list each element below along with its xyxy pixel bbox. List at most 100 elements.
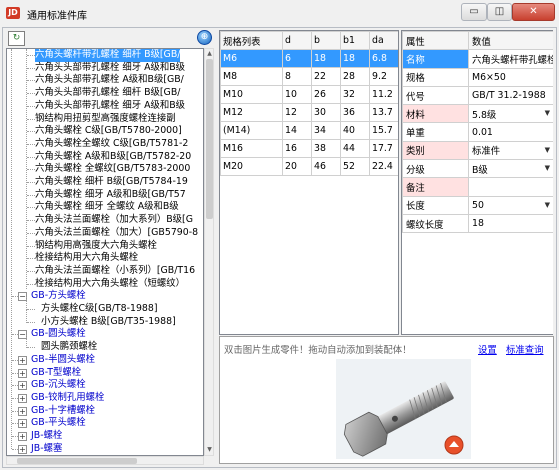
spec-cell[interactable]: 22.4: [369, 157, 398, 176]
chevron-down-icon[interactable]: ▼: [545, 109, 550, 117]
expand-icon[interactable]: +: [18, 355, 27, 365]
property-value-field[interactable]: M6×50: [468, 67, 553, 87]
tree-group[interactable]: GB-平头螺栓: [31, 417, 86, 430]
property-value-field[interactable]: 六角头螺杆带孔螺栓: [468, 49, 553, 69]
tree-item[interactable]: 小方头螺栓 B级[GB/T35-1988]: [41, 316, 176, 329]
spec-cell[interactable]: 6: [282, 49, 312, 68]
property-row[interactable]: 类别 标准件 ▼: [402, 140, 553, 161]
properties-scrollbar[interactable]: [553, 30, 556, 335]
expand-icon[interactable]: +: [18, 406, 27, 416]
tree-item[interactable]: 六角头螺栓全螺纹 C级[GB/T5781-2: [35, 138, 188, 151]
property-value-dropdown[interactable]: 50 ▼: [468, 195, 553, 215]
spec-cell[interactable]: 12: [282, 103, 312, 122]
property-row[interactable]: 长度 50 ▼: [402, 195, 553, 215]
tree-item[interactable]: 六角头头部带孔螺栓 A级和B级[GB/: [35, 74, 184, 87]
spec-cell[interactable]: M20: [220, 157, 283, 176]
spec-column-header[interactable]: b: [311, 31, 341, 50]
spec-cell[interactable]: 11.2: [369, 85, 398, 104]
close-button[interactable]: ✕: [512, 3, 555, 21]
expand-icon[interactable]: +: [18, 381, 27, 391]
tree-item[interactable]: 栓接结构用大六角头螺栓（短螺纹）: [35, 278, 185, 291]
spec-row[interactable]: M16 16 38 44 17.7: [220, 139, 398, 158]
property-row[interactable]: 螺纹长度 18: [402, 213, 553, 234]
spec-cell[interactable]: 6.8: [369, 49, 398, 68]
spec-cell[interactable]: 14: [282, 121, 312, 140]
spec-column-header[interactable]: da: [369, 31, 398, 50]
tree-item[interactable]: 方头螺栓C级[GB/T8-1988]: [41, 303, 158, 316]
property-row[interactable]: 分级 B级 ▼: [402, 159, 553, 179]
standard-query-link[interactable]: 标准查询: [506, 342, 544, 356]
tree-group[interactable]: GB-T型螺栓: [31, 367, 81, 380]
spec-row[interactable]: M12 12 30 36 13.7: [220, 103, 398, 122]
tree-group[interactable]: GB-方头螺栓: [31, 290, 86, 303]
tree-item[interactable]: 六角头头部带孔螺栓 细杆 B级[GB/: [35, 87, 180, 100]
spec-cell[interactable]: 46: [311, 157, 341, 176]
chevron-down-icon[interactable]: ▼: [545, 146, 550, 154]
spec-cell[interactable]: 13.7: [369, 103, 398, 122]
spec-cell[interactable]: (M14): [220, 121, 283, 140]
property-value-dropdown[interactable]: 标准件 ▼: [468, 140, 553, 161]
expand-icon[interactable]: +: [18, 419, 27, 429]
property-row[interactable]: 单重 0.01: [402, 122, 553, 142]
spec-cell[interactable]: 34: [311, 121, 341, 140]
tree-group[interactable]: GB-铰制孔用螺栓: [31, 392, 104, 405]
property-row[interactable]: 名称 六角头螺杆带孔螺栓: [402, 49, 553, 69]
property-value-field[interactable]: 18: [468, 213, 553, 234]
spec-cell[interactable]: 26: [311, 85, 341, 104]
scrollbar-thumb[interactable]: [17, 458, 137, 464]
spec-cell[interactable]: 28: [340, 67, 370, 86]
spec-row[interactable]: M8 8 22 28 9.2: [220, 67, 398, 86]
spec-cell[interactable]: M10: [220, 85, 283, 104]
bolt-preview-image[interactable]: [336, 359, 471, 459]
spec-row[interactable]: M10 10 26 32 11.2: [220, 85, 398, 104]
spec-cell[interactable]: M8: [220, 67, 283, 86]
tree-item[interactable]: 六角头头部带孔螺栓 细牙 A级和B级: [35, 100, 185, 113]
minimize-button[interactable]: ▭: [461, 3, 487, 21]
tree-item[interactable]: 六角头螺栓 细牙 全螺纹 A级和B级: [35, 201, 179, 214]
spec-cell[interactable]: 17.7: [369, 139, 398, 158]
refresh-icon[interactable]: ↻: [8, 31, 25, 46]
spec-cell[interactable]: M12: [220, 103, 283, 122]
scroll-up-icon[interactable]: ▲: [205, 49, 214, 59]
globe-icon[interactable]: ⊕: [197, 30, 212, 45]
property-row[interactable]: 备注: [402, 177, 553, 197]
spec-cell[interactable]: 38: [311, 139, 341, 158]
tree-group[interactable]: GB-沉头螺栓: [31, 379, 86, 392]
spec-cell[interactable]: 52: [340, 157, 370, 176]
spec-row[interactable]: M6 6 18 18 6.8: [220, 49, 398, 68]
settings-link[interactable]: 设置: [478, 342, 497, 356]
tree-item[interactable]: 六角头螺栓 细杆 B级[GB/T5784-19: [35, 176, 188, 189]
tree-item[interactable]: 六角头法兰面螺栓（加大系列）B级[G: [35, 214, 193, 227]
property-row[interactable]: 材料 5.8级 ▼: [402, 104, 553, 124]
spec-cell[interactable]: 18: [311, 49, 341, 68]
expand-icon[interactable]: +: [18, 444, 27, 454]
tree-item[interactable]: 钢结构用扭剪型高强度螺栓连接副: [35, 113, 176, 126]
spec-column-header[interactable]: b1: [340, 31, 370, 50]
tree-item[interactable]: 六角头螺栓 细牙 A级和B级[GB/T57: [35, 189, 186, 202]
tree-vertical-scrollbar[interactable]: ▲ ▼: [204, 48, 214, 456]
spec-row[interactable]: M20 20 46 52 22.4: [220, 157, 398, 176]
spec-cell[interactable]: 16: [282, 139, 312, 158]
chevron-down-icon[interactable]: ▼: [545, 164, 550, 172]
expand-icon[interactable]: +: [18, 393, 27, 403]
spec-cell[interactable]: 8: [282, 67, 312, 86]
tree-item[interactable]: 圆头鹏颈螺栓: [41, 341, 97, 354]
property-row[interactable]: 代号 GB/T 31.2-1988: [402, 85, 553, 106]
tree-item[interactable]: 六角头法兰面螺栓（小系列）[GB/T16: [35, 265, 195, 278]
tree-item[interactable]: 钢结构用高强度大六角头螺栓: [35, 240, 157, 253]
spec-cell[interactable]: 30: [311, 103, 341, 122]
tree-group[interactable]: JB-螺塞: [31, 443, 62, 455]
spec-cell[interactable]: 22: [311, 67, 341, 86]
spec-cell[interactable]: M16: [220, 139, 283, 158]
tree-item[interactable]: 六角头螺栓 C级[GB/T5780-2000]: [35, 125, 182, 138]
property-value-dropdown[interactable]: B级 ▼: [468, 159, 553, 179]
tree-item[interactable]: 栓接结构用大六角头螺栓: [35, 252, 138, 265]
property-value-field[interactable]: 0.01: [468, 122, 553, 142]
tree-item[interactable]: 六角头螺杆带孔螺栓 细杆 B级[GB/: [35, 49, 181, 62]
tree-item[interactable]: 六角头螺栓 A级和B级[GB/T5782-20: [35, 151, 191, 164]
scroll-down-icon[interactable]: ▼: [205, 445, 214, 455]
chevron-down-icon[interactable]: ▼: [545, 201, 550, 209]
tree-item[interactable]: 六角头螺栓 全螺纹[GB/T5783-2000: [35, 163, 190, 176]
spec-row[interactable]: (M14) 14 34 40 15.7: [220, 121, 398, 140]
standard-parts-tree[interactable]: 六角头螺杆带孔螺栓 细杆 B级[GB/六角头头部带孔螺栓 细牙 A级和B级 六角头…: [6, 48, 204, 456]
